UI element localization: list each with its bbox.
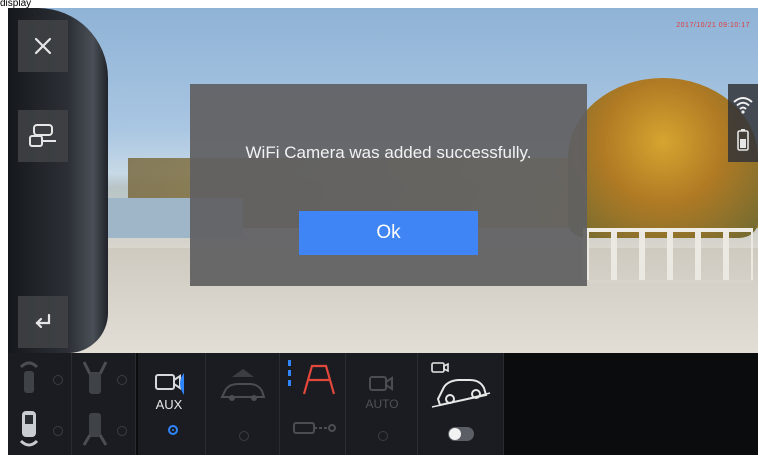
window-title: display [0,0,32,8]
auto-camera-cell[interactable]: AUTO [346,353,418,455]
return-arrow-icon [35,313,51,329]
camera-selector-bar: AUX AUTO [8,353,758,455]
camera-icon [369,376,393,391]
side-sensor-cell[interactable] [72,353,136,404]
indicator-dot [378,431,388,441]
rear-sensor-icon [19,411,39,447]
bridge-railing [583,228,753,283]
overhead-view-cell[interactable] [206,353,280,455]
rear-guide-icon [288,360,336,395]
aux-camera-cell[interactable]: AUX [138,353,206,455]
mirror-button[interactable] [18,110,68,162]
indicator-dot [53,426,63,436]
side-sensor-icon [82,361,108,394]
close-icon [34,37,52,55]
indicator-dot [117,426,127,436]
indicator-dot [239,431,249,441]
aux-label: AUX [155,397,183,412]
indicator-dot [53,375,63,385]
toggle-knob [449,428,461,440]
auto-label: AUTO [365,397,399,411]
confirmation-dialog: WiFi Camera was added successfully. Ok [190,84,587,286]
dialog-message: WiFi Camera was added successfully. [245,143,532,162]
battery-icon [737,128,749,151]
rear-view-mirror-icon [29,124,56,147]
wifi-icon [733,96,753,114]
camera-screen: 2017/10/21 09:10:17 WiFi Camera was adde… [8,8,758,455]
front-sensor-cell[interactable] [8,353,72,404]
underbody-sensor-cell[interactable] [72,404,136,455]
offroad-car-camera-icon [431,362,491,408]
ok-button[interactable]: Ok [299,211,478,255]
hitch-guide-cell[interactable] [280,404,346,455]
hitch-icon [293,422,336,434]
aux-selected-dot [168,425,178,435]
indicator-dot [117,375,127,385]
offroad-toggle[interactable] [448,427,474,441]
close-button[interactable] [18,20,68,72]
offroad-camera-cell[interactable] [418,353,504,455]
overhead-car-icon [220,369,266,401]
front-sensor-icon [19,361,39,393]
timestamp: 2017/10/21 09:10:17 [676,22,750,29]
rear-guide-cell[interactable] [280,353,346,404]
status-indicators [728,84,758,162]
aux-camera-icon [155,373,184,395]
camera-feed: 2017/10/21 09:10:17 WiFi Camera was adde… [8,8,758,353]
rear-sensor-cell[interactable] [8,404,72,455]
back-button[interactable] [18,296,68,348]
underbody-sensor-icon [82,413,108,446]
